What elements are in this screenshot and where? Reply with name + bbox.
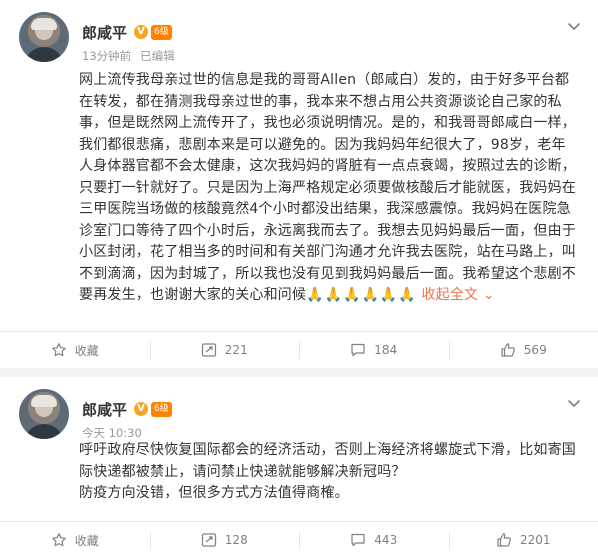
favorite-button[interactable]: 收藏 xyxy=(0,522,150,558)
post-meta: 13分钟前 已编辑 xyxy=(82,48,175,64)
edited-label: 已编辑 xyxy=(140,49,175,63)
post-meta: 今天 10:30 xyxy=(82,425,142,441)
favorite-label: 收藏 xyxy=(74,343,99,358)
post-text: 呼吁政府尽快恢复国际都会的经济活动，否则上海经济将螺旋式下滑，比如寄国际快递都被… xyxy=(79,440,576,505)
chevron-down-icon[interactable] xyxy=(566,395,582,411)
weibo-post: 郎咸平 V 6级 13分钟前 已编辑 网上流传我母亲过世的信息是我的哥哥Allen… xyxy=(0,0,598,368)
repost-button[interactable]: 221 xyxy=(149,332,300,368)
post-time[interactable]: 13分钟前 xyxy=(82,49,131,63)
pray-emoji: 🙏🙏🙏🙏🙏🙏 xyxy=(306,287,417,303)
comment-icon xyxy=(351,533,365,547)
star-icon xyxy=(51,533,66,547)
verified-badge: V xyxy=(134,25,149,39)
favorite-button[interactable]: 收藏 xyxy=(0,332,150,368)
author-row: 郎咸平 V 6级 xyxy=(82,398,172,420)
collapse-link[interactable]: 收起全文 ⌄ xyxy=(421,287,494,303)
post-text: 网上流传我母亲过世的信息是我的哥哥Allen（郎咸白）发的，由于好多平台都在转发… xyxy=(79,70,576,307)
repost-button[interactable]: 128 xyxy=(149,522,300,558)
action-bar: 收藏 128 443 2201 xyxy=(0,521,598,558)
post-content-line: 防疫方向没错，但很多方式方法值得商榷。 xyxy=(79,485,349,501)
comment-button[interactable]: 443 xyxy=(299,522,449,558)
like-button[interactable]: 569 xyxy=(448,332,598,368)
avatar[interactable] xyxy=(19,12,69,62)
repost-icon xyxy=(201,533,216,547)
like-count: 569 xyxy=(523,343,547,357)
avatar[interactable] xyxy=(19,389,69,439)
comment-count: 184 xyxy=(374,343,398,357)
post-time[interactable]: 今天 10:30 xyxy=(82,426,142,440)
weibo-post: 郎咸平 V 6级 今天 10:30 呼吁政府尽快恢复国际都会的经济活动，否则上海… xyxy=(0,377,598,558)
author-row: 郎咸平 V 6级 xyxy=(82,21,172,43)
action-bar: 收藏 221 184 569 xyxy=(0,331,598,368)
comment-button[interactable]: 184 xyxy=(299,332,449,368)
comment-count: 443 xyxy=(374,533,398,547)
repost-count: 221 xyxy=(224,343,248,357)
thumbs-up-icon xyxy=(501,343,515,357)
thumbs-up-icon xyxy=(497,533,511,547)
verified-badge: V xyxy=(134,402,149,416)
like-count: 2201 xyxy=(519,533,551,547)
favorite-label: 收藏 xyxy=(74,533,99,548)
post-content: 网上流传我母亲过世的信息是我的哥哥Allen（郎咸白）发的，由于好多平台都在转发… xyxy=(79,72,576,303)
post-content-line: 呼吁政府尽快恢复国际都会的经济活动，否则上海经济将螺旋式下滑，比如寄国际快递都被… xyxy=(79,442,576,480)
author-name[interactable]: 郎咸平 xyxy=(82,22,127,43)
comment-icon xyxy=(351,343,365,357)
repost-icon xyxy=(201,343,216,357)
repost-count: 128 xyxy=(224,533,248,547)
like-button[interactable]: 2201 xyxy=(448,522,598,558)
chevron-down-icon[interactable] xyxy=(566,18,582,34)
level-badge: 6级 xyxy=(151,401,172,417)
star-icon xyxy=(51,343,66,357)
level-badge: 6级 xyxy=(151,24,172,40)
author-name[interactable]: 郎咸平 xyxy=(82,399,127,420)
